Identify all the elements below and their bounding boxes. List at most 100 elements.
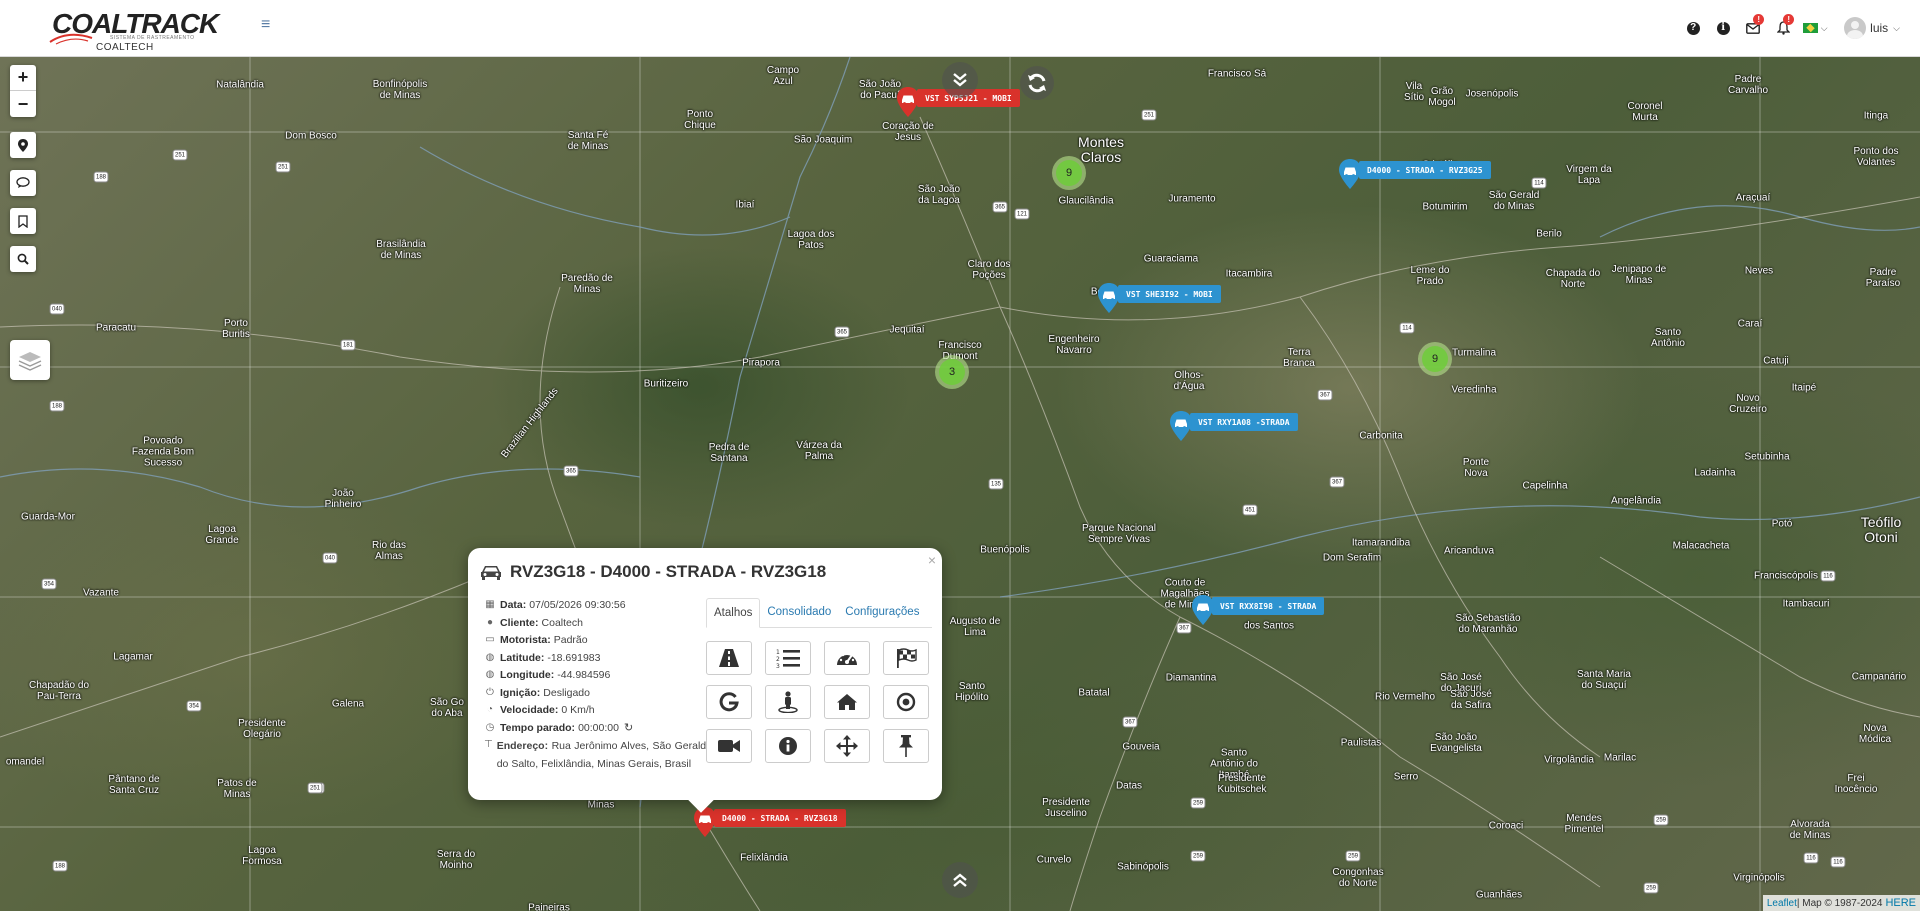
info-row-tempo-parado: ◷ Tempo parado: 00:00:00 ↻ xyxy=(485,721,634,735)
expand-bottom-button[interactable] xyxy=(942,862,978,898)
refresh-icon[interactable]: ↻ xyxy=(624,721,633,735)
popup-tabs: Atalhos Consolidado Configurações xyxy=(706,598,932,628)
map-place-label: Lagamar xyxy=(113,651,153,663)
map-place-label: Setubinha xyxy=(1744,451,1790,463)
vehicle-cluster[interactable]: 9 xyxy=(1052,156,1086,190)
close-icon[interactable]: × xyxy=(928,552,936,568)
map-place-label: Mendes Pimentel xyxy=(1564,813,1604,835)
route-shield: 367 xyxy=(1176,622,1192,634)
map-place-label: Lagoa Grande xyxy=(205,524,239,546)
search-icon[interactable] xyxy=(10,246,36,272)
layers-icon[interactable] xyxy=(10,340,50,380)
map-place-label: Franciscópolis xyxy=(1754,570,1818,582)
info-circle-icon[interactable] xyxy=(765,729,811,763)
zoom-out-button[interactable]: − xyxy=(10,91,36,117)
vehicle-marker[interactable]: D4000 - STRADA - RVZ3G18 xyxy=(694,807,846,837)
map-place-label: Patos de Minas xyxy=(217,778,257,800)
route-shield: 040 xyxy=(49,303,65,315)
map-place-label: Ibiaí xyxy=(735,199,755,211)
popup-title-text: RVZ3G18 - D4000 - STRADA - RVZ3G18 xyxy=(510,562,827,581)
user-icon: ● xyxy=(486,616,494,628)
route-shield: 116 xyxy=(1820,570,1836,582)
map-place-label: Várzea da Palma xyxy=(796,440,842,462)
comment-icon[interactable] xyxy=(10,170,36,196)
map-place-label: Grão Mogol xyxy=(1428,86,1456,108)
video-camera-icon[interactable] xyxy=(706,729,752,763)
bookmark-icon[interactable] xyxy=(10,208,36,234)
map-place-label: Porto Buritis xyxy=(222,318,250,340)
hamburger-icon[interactable]: ≡ xyxy=(261,17,275,33)
checkered-flag-icon[interactable] xyxy=(883,641,929,675)
vehicle-marker[interactable]: VST SHE3I92 - MOBI xyxy=(1098,283,1221,313)
route-shield: 365 xyxy=(834,326,850,338)
route-shield: 367 xyxy=(1317,389,1333,401)
zoom-in-button[interactable]: + xyxy=(10,65,36,91)
help-icon[interactable]: ? xyxy=(1678,15,1708,41)
tab-configuracoes[interactable]: Configurações xyxy=(838,598,926,628)
bell-icon[interactable]: ! xyxy=(1768,14,1798,41)
map-place-label: Jenipapo de Minas xyxy=(1611,264,1667,286)
map-place-label: Montes Claros xyxy=(1078,134,1124,165)
map-place-label: Frei Inocêncio xyxy=(1834,773,1878,795)
tab-atalhos[interactable]: Atalhos xyxy=(706,598,761,628)
avatar xyxy=(1844,17,1867,39)
map-place-label: Presidente Olegário xyxy=(238,718,286,740)
route-shield: 188 xyxy=(93,171,109,183)
refresh-button[interactable] xyxy=(1020,66,1054,100)
map-place-label: Vila Sítio xyxy=(1403,81,1425,103)
route-shield: 259 xyxy=(1190,797,1206,809)
target-icon[interactable] xyxy=(883,685,929,719)
location-pin-icon[interactable] xyxy=(10,132,36,158)
route-shield: 121 xyxy=(1014,208,1030,220)
car-pin-icon xyxy=(694,807,716,837)
vehicle-marker[interactable]: VST RXX8I98 - STRADA xyxy=(1192,595,1325,625)
attribution-text: | Map © 1987-2024 xyxy=(1796,897,1883,909)
dashboard-icon[interactable] xyxy=(824,641,870,675)
map-place-label: Itambacuri xyxy=(1782,598,1830,610)
speedometer-icon: ◔ xyxy=(486,704,494,715)
company-name: COALTECH xyxy=(96,42,154,53)
map-place-label: Teófilo Otoni xyxy=(1860,514,1902,545)
info-icon[interactable]: i xyxy=(1708,15,1738,41)
map-place-label: Caraí xyxy=(1737,318,1763,330)
map-place-label: Serro xyxy=(1393,771,1419,783)
vehicle-marker[interactable]: VST RXY1A08 -STRADA xyxy=(1170,411,1298,441)
road-icon[interactable] xyxy=(706,641,752,675)
numbered-list-icon[interactable]: 123 xyxy=(765,641,811,675)
language-selector[interactable]: ⌵ xyxy=(1798,15,1832,41)
svg-text:3: 3 xyxy=(776,663,780,668)
map-place-label: Paulistas xyxy=(1340,737,1382,749)
map-place-label: omandel xyxy=(5,756,45,768)
map-place-label: Campanário xyxy=(1851,671,1907,683)
map-place-label: Jequitaí xyxy=(889,324,925,336)
map-place-label: Guanhães xyxy=(1475,889,1523,901)
google-icon[interactable] xyxy=(706,685,752,719)
info-row-latitude: ◍ Latitude: -18.691983 xyxy=(485,651,601,664)
tab-consolidado[interactable]: Consolidado xyxy=(760,598,838,628)
vehicle-cluster[interactable]: 9 xyxy=(1418,342,1452,376)
mail-icon[interactable]: ! xyxy=(1738,14,1768,41)
map-place-label: São José da Safira xyxy=(1450,689,1492,711)
vehicle-cluster[interactable]: 3 xyxy=(935,355,969,389)
calendar-icon: ▦ xyxy=(485,599,495,610)
map-place-label: Turmalina xyxy=(1451,347,1497,359)
user-menu[interactable]: luis ⌵ xyxy=(1844,17,1900,39)
vehicle-marker[interactable]: D4000 - STRADA - RVZ3G25 xyxy=(1339,159,1491,189)
here-logo[interactable]: HERE xyxy=(1885,897,1916,909)
map-place-label: São Gerald do Minas xyxy=(1488,190,1540,212)
route-shield: 114 xyxy=(1399,322,1415,334)
home-icon[interactable] xyxy=(824,685,870,719)
street-view-icon[interactable] xyxy=(765,685,811,719)
leaflet-link[interactable]: Leaflet xyxy=(1767,898,1797,909)
coaltrack-logo[interactable]: COALTRACK SISTEMA DE RASTREAMENTO COALTE… xyxy=(48,6,219,54)
vehicle-info: ▦ Data: 07/05/2026 09:30:56 ● Cliente: Coa… xyxy=(484,598,712,773)
thumbtack-icon[interactable] xyxy=(883,729,929,763)
map-place-label: Natalândia xyxy=(216,79,264,91)
info-row-velocidade: ◔ Velocidade: 0 Km/h xyxy=(484,703,712,721)
flag-brazil-icon xyxy=(1802,23,1818,33)
id-card-icon: ▭ xyxy=(485,634,495,645)
map-canvas[interactable]: Natalândia Bonfinópolis de Minas Dom Bosco… xyxy=(0,57,1920,911)
info-row-endereco: ⊤ Endereço: Rua Jerônimo Alves, São Gera… xyxy=(484,739,712,770)
move-arrows-icon[interactable] xyxy=(824,729,870,763)
collapse-top-button[interactable] xyxy=(942,62,978,98)
